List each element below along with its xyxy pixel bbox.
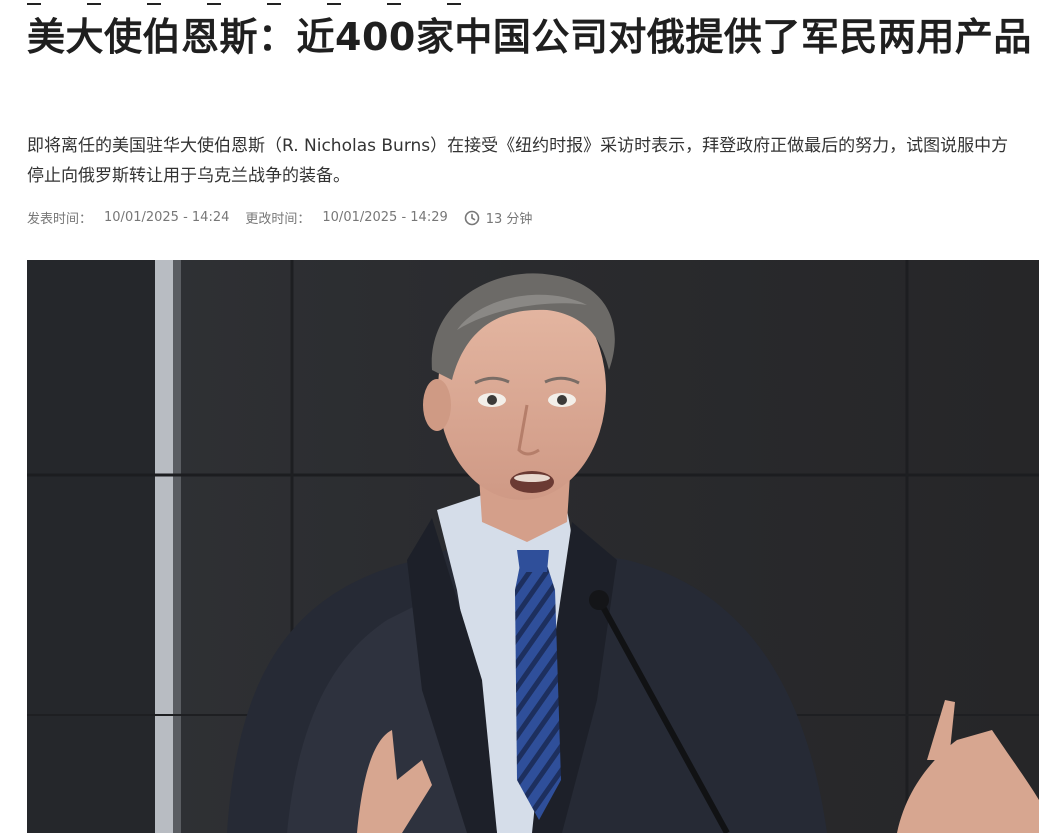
read-time: 13 分钟: [485, 212, 533, 227]
nav-fragment[interactable]: [447, 0, 461, 5]
microphone-head: [589, 590, 609, 610]
top-navigation-cutoff: [27, 0, 461, 5]
clock-icon: [464, 210, 480, 225]
nav-fragment[interactable]: [147, 0, 161, 5]
light-column: [155, 260, 173, 833]
nav-fragment[interactable]: [87, 0, 101, 5]
nav-fragment[interactable]: [27, 0, 41, 5]
nav-fragment[interactable]: [207, 0, 221, 5]
article-lead: 即将离任的美国驻华大使伯恩斯（R. Nicholas Burns）在接受《纽约时…: [27, 136, 1009, 186]
article-photo: [27, 260, 1039, 833]
speaker-photo-illustration: [27, 260, 1039, 833]
published-label: 发表时间：: [27, 212, 93, 227]
nav-fragment[interactable]: [387, 0, 401, 5]
updated-time: 10/01/2025 - 14:29: [322, 210, 448, 225]
updated-label: 更改时间：: [245, 212, 311, 227]
published-time: 10/01/2025 - 14:24: [104, 210, 230, 225]
nav-fragment[interactable]: [327, 0, 341, 5]
nav-fragment[interactable]: [267, 0, 281, 5]
article-meta: 发表时间： 10/01/2025 - 14:24 更改时间： 10/01/202…: [27, 208, 532, 227]
article-page: 美大使伯恩斯：近400家中国公司对俄提供了军民两用产品 即将离任的美国驻华大使伯…: [0, 0, 1054, 833]
article-headline: 美大使伯恩斯：近400家中国公司对俄提供了军民两用产品: [27, 15, 1032, 59]
